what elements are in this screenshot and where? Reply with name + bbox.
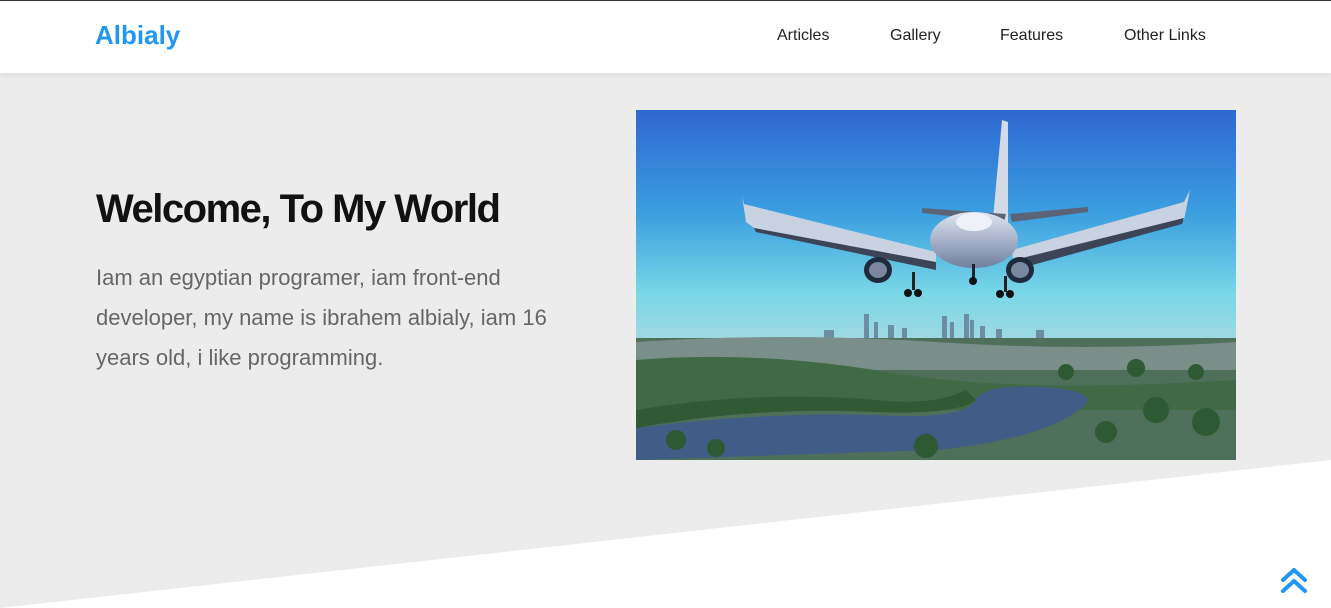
nav-link-features[interactable]: Features — [1000, 27, 1063, 45]
nav-link-gallery[interactable]: Gallery — [890, 27, 941, 45]
hero-airplane-image — [636, 110, 1236, 460]
hero-description: Iam an egyptian programer, iam front-end… — [96, 265, 547, 370]
hero-title: Welcome, To My World — [96, 187, 501, 231]
nav-link-other-links[interactable]: Other Links — [1124, 27, 1206, 45]
scroll-to-top-button[interactable] — [1278, 564, 1310, 596]
site-logo[interactable]: Albialy — [95, 20, 180, 51]
site-header: Albialy Articles Gallery Features Other … — [0, 1, 1331, 73]
landing-section: Welcome, To My World Iam an egyptian pro… — [0, 73, 1331, 608]
nav-link-articles[interactable]: Articles — [777, 27, 829, 45]
double-chevron-up-icon — [1281, 568, 1307, 593]
